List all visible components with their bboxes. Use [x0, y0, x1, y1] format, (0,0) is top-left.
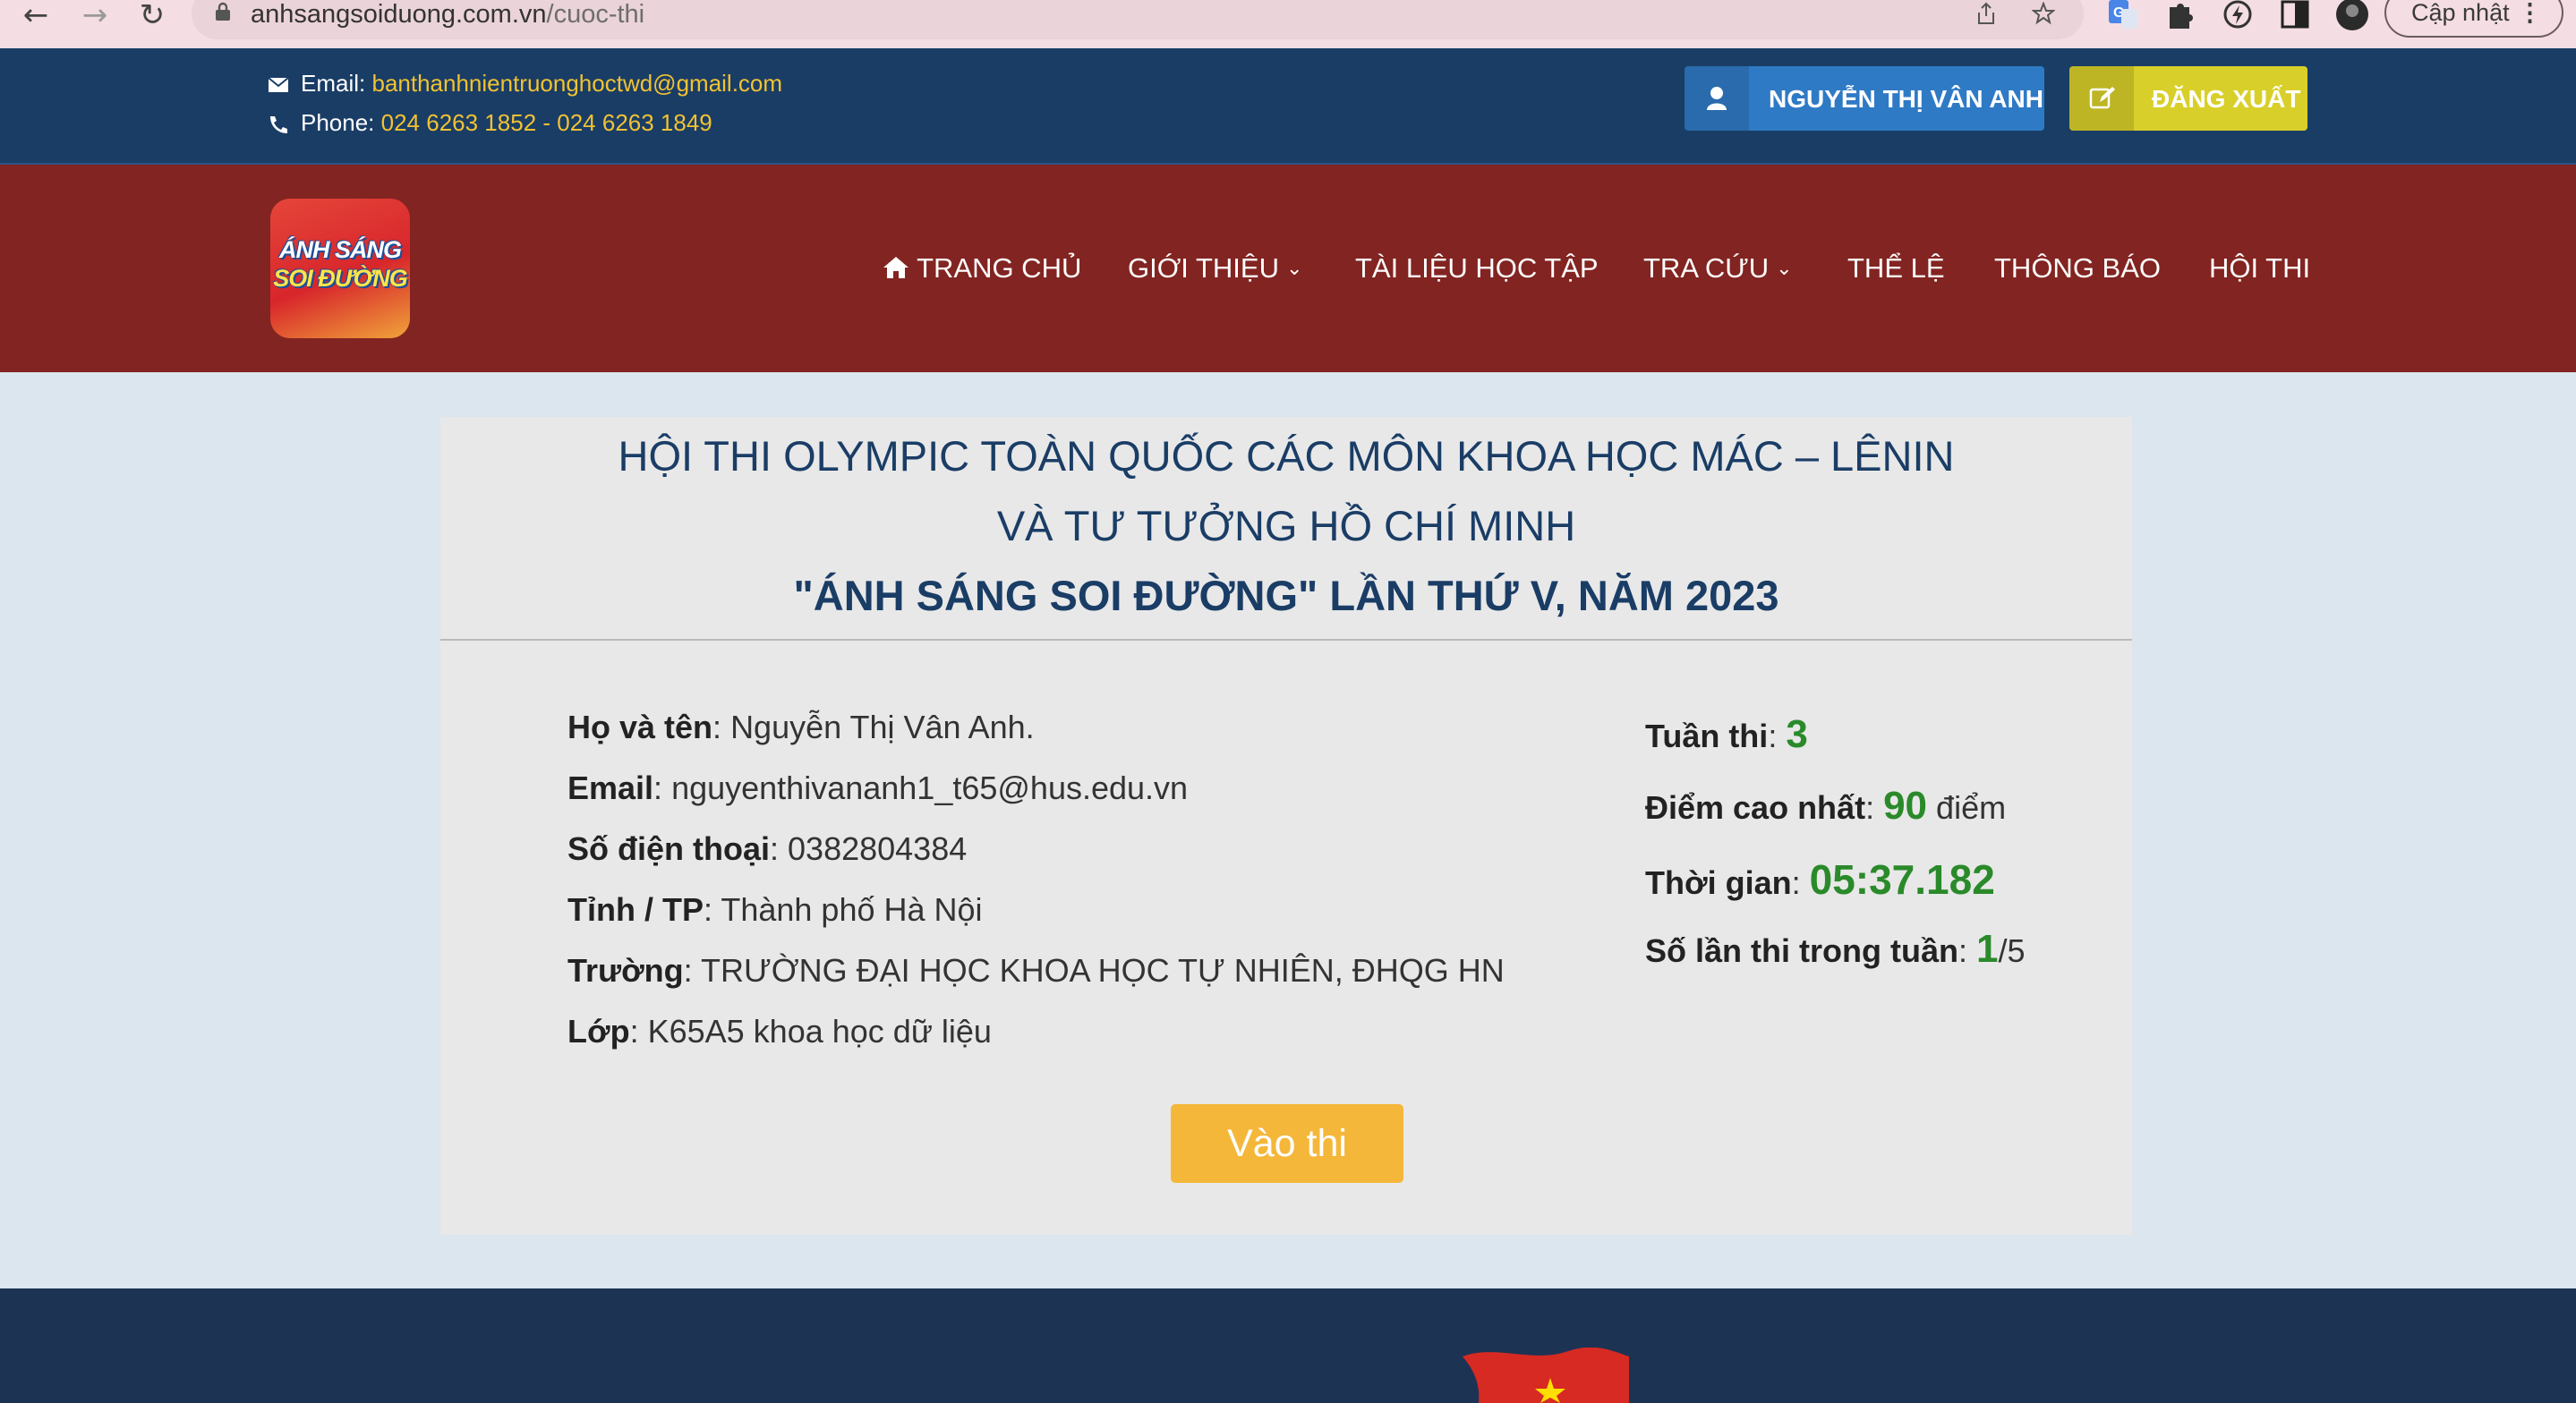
class-label: Lớp	[567, 1013, 630, 1050]
profile-province: Tỉnh / TP: Thành phố Hà Nội	[567, 891, 983, 928]
best-score-unit: điểm	[1936, 789, 2007, 826]
url-text: anhsangsoiduong.com.vn/cuoc-thi	[251, 0, 644, 30]
user-icon-box	[1685, 66, 1749, 131]
back-arrow-icon[interactable]: ←	[18, 0, 54, 32]
logout-icon-box	[2069, 66, 2134, 131]
contest-header: HỘI THI OLYMPIC TOÀN QUỐC CÁC MÔN KHOA H…	[440, 417, 2132, 641]
nav-news-label: THÔNG BÁO	[1994, 252, 2162, 284]
profile-avatar-icon[interactable]	[2334, 0, 2370, 32]
nav-contest-label: HỘI THI	[2209, 252, 2311, 284]
footer	[0, 1288, 2576, 1403]
province-label: Tỉnh / TP	[567, 891, 704, 928]
update-button[interactable]: Cập nhật ⋮	[2384, 0, 2563, 38]
contact-email: Email: banthanhnientruonghoctwd@gmail.co…	[267, 70, 782, 98]
nav-rules-label: THỂ LỆ	[1847, 252, 1945, 284]
school-value: TRƯỜNG ĐẠI HỌC KHOA HỌC TỰ NHIÊN, ĐHQG H…	[701, 952, 1505, 989]
chevron-down-icon: ⌄	[1776, 257, 1793, 279]
contest-card: HỘI THI OLYMPIC TOÀN QUỐC CÁC MÔN KHOA H…	[440, 417, 2132, 1235]
browser-toolbar: ← → ↻ anhsangsoiduong.com.vn/cuoc-thi G	[0, 0, 2576, 48]
enter-contest-button[interactable]: Vào thi	[1171, 1104, 1403, 1183]
home-icon	[883, 257, 908, 278]
side-panel-icon[interactable]	[2277, 0, 2313, 32]
week-label: Tuần thi	[1645, 718, 1769, 754]
nav-item-home[interactable]: TRANG CHỦ	[883, 252, 1081, 285]
logout-button[interactable]: ĐĂNG XUẤT	[2069, 66, 2307, 131]
stat-best-score: Điểm cao nhất: 90 điểm	[1645, 784, 2007, 828]
nav-item-contest[interactable]: HỘI THI	[2209, 252, 2310, 285]
url-path: /cuoc-thi	[546, 0, 645, 29]
contest-title-line-2: VÀ TƯ TƯỞNG HỒ CHÍ MINH	[996, 502, 1576, 549]
stat-week: Tuần thi: 3	[1645, 712, 1808, 756]
top-info-bar: Email: banthanhnientruonghoctwd@gmail.co…	[0, 48, 2576, 165]
logo-line-2: SOI ĐƯỜNG	[273, 265, 407, 292]
translate-icon[interactable]: G	[2105, 0, 2141, 32]
nav-item-rules[interactable]: THỂ LỆ	[1847, 252, 1945, 285]
profile-name: Họ và tên: Nguyễn Thị Vân Anh.	[567, 709, 1035, 745]
nav-item-lookup[interactable]: TRA CỨU ⌄	[1643, 252, 1793, 285]
address-bar[interactable]: anhsangsoiduong.com.vn/cuoc-thi	[192, 0, 2084, 39]
time-value: 05:37.182	[1809, 856, 1995, 903]
more-menu-icon[interactable]: ⋮	[2518, 0, 2542, 36]
contest-title-line-1: HỘI THI OLYMPIC TOÀN QUỐC CÁC MÔN KHOA H…	[618, 432, 1955, 480]
email-label: Email:	[301, 70, 366, 97]
nav-intro-label: GIỚI THIỆU	[1128, 252, 1279, 284]
edit-icon	[2089, 87, 2115, 109]
profile-class: Lớp: K65A5 khoa học dữ liệu	[567, 1013, 992, 1050]
main-navigation: ÁNH SÁNG SOI ĐƯỜNG TRANG CHỦ GIỚI THIỆU ⌄…	[0, 165, 2576, 372]
envelope-icon	[268, 77, 289, 93]
profile-email: Email: nguyenthivananh1_t65@hus.edu.vn	[567, 770, 1189, 806]
nav-item-news[interactable]: THÔNG BÁO	[1994, 252, 2161, 285]
school-label: Trường	[567, 952, 684, 989]
flag-icon	[1463, 1348, 1629, 1403]
email-value: nguyenthivananh1_t65@hus.edu.vn	[671, 770, 1189, 806]
chevron-down-icon: ⌄	[1285, 257, 1303, 279]
email-link[interactable]: banthanhnientruonghoctwd@gmail.com	[371, 70, 782, 97]
nav-item-docs[interactable]: TÀI LIỆU HỌC TẬP	[1355, 252, 1599, 285]
url-host: anhsangsoiduong.com.vn	[251, 0, 547, 29]
best-score-label: Điểm cao nhất	[1645, 789, 1866, 826]
nav-home-label: TRANG CHỦ	[917, 252, 1082, 284]
class-value: K65A5 khoa học dữ liệu	[647, 1013, 992, 1050]
attempts-value: 1	[1975, 927, 1999, 971]
attempts-total: /5	[1998, 932, 2026, 969]
stat-time: Thời gian: 05:37.182	[1645, 856, 1995, 903]
nav-lookup-label: TRA CỨU	[1643, 252, 1770, 284]
extensions-puzzle-icon[interactable]	[2162, 0, 2198, 32]
province-value: Thành phố Hà Nội	[721, 891, 983, 928]
forward-arrow-icon[interactable]: →	[77, 0, 113, 32]
week-value: 3	[1786, 712, 1808, 756]
name-label: Họ và tên	[567, 709, 713, 745]
stat-attempts: Số lần thi trong tuần: 1/5	[1645, 927, 2026, 971]
attempts-label: Số lần thi trong tuần	[1645, 932, 1958, 969]
nav-docs-label: TÀI LIỆU HỌC TẬP	[1355, 252, 1599, 284]
email-field-label: Email	[567, 770, 654, 806]
reload-icon[interactable]: ↻	[134, 0, 170, 32]
name-value: Nguyễn Thị Vân Anh.	[730, 709, 1035, 745]
logo-line-1: ÁNH SÁNG	[278, 236, 402, 263]
bookmark-star-icon[interactable]	[2032, 2, 2055, 25]
share-icon[interactable]	[1975, 2, 1998, 25]
user-icon	[1707, 87, 1727, 110]
user-account-button[interactable]: NGUYỄN THỊ VÂN ANH	[1685, 66, 2044, 131]
phone-label: Phone:	[301, 109, 375, 136]
logout-label: ĐĂNG XUẤT	[2152, 85, 2301, 113]
phone-field-label: Số điện thoại	[567, 830, 771, 867]
site-logo[interactable]: ÁNH SÁNG SOI ĐƯỜNG	[270, 199, 410, 338]
extension-bolt-icon[interactable]	[2220, 0, 2256, 32]
time-label: Thời gian	[1645, 864, 1792, 901]
lock-icon	[216, 2, 230, 21]
phone-icon	[270, 116, 287, 134]
user-name-label: NGUYỄN THỊ VÂN ANH	[1769, 85, 2043, 113]
contest-title-line-3: "ÁNH SÁNG SOI ĐƯỜNG" LẦN THỨ V, NĂM 2023	[793, 572, 1779, 619]
best-score-value: 90	[1883, 784, 1928, 828]
profile-school: Trường: TRƯỜNG ĐẠI HỌC KHOA HỌC TỰ NHIÊN…	[567, 952, 1505, 989]
phone-value: 0382804384	[788, 830, 968, 867]
contact-phone: Phone: 024 6263 1852 - 024 6263 1849	[267, 109, 712, 137]
nav-item-intro[interactable]: GIỚI THIỆU ⌄	[1128, 252, 1302, 285]
update-label: Cập nhật	[2411, 0, 2510, 26]
profile-phone: Số điện thoại: 0382804384	[567, 830, 968, 867]
phone-link[interactable]: 024 6263 1852 - 024 6263 1849	[381, 109, 712, 136]
